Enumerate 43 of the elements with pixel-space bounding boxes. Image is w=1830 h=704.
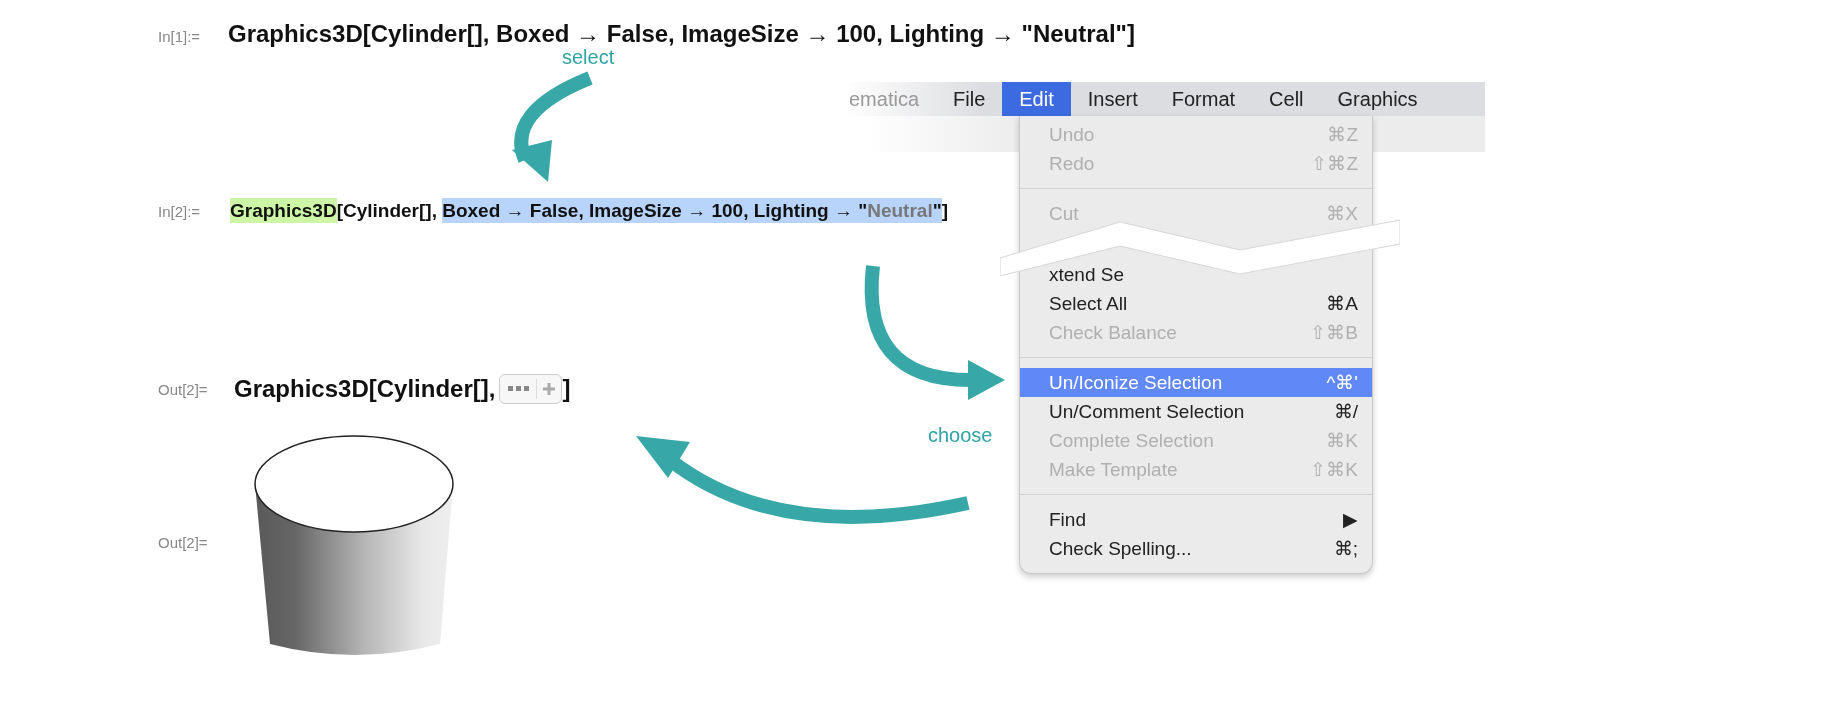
shortcut-text: ^⌘'	[1326, 371, 1358, 394]
code-text: Graphics3D[Cylinder[],	[234, 375, 496, 403]
shortcut-text: ⇧⌘B	[1310, 321, 1358, 344]
menu-item-label: Complete Selection	[1049, 429, 1214, 452]
menu-item-label: xtend Se	[1049, 263, 1124, 286]
shortcut-text: ⌘Z	[1327, 123, 1358, 146]
menu-item-label: Un/Iconize Selection	[1049, 371, 1223, 394]
menu-item[interactable]: Find ▶	[1020, 505, 1372, 534]
menu-item[interactable]: Select All ⌘A	[1020, 289, 1372, 318]
code-text: ]	[562, 375, 571, 403]
menu-item[interactable]: Un/Comment Selection ⌘/	[1020, 397, 1372, 426]
shortcut-text: ⌘A	[1326, 292, 1358, 315]
cell-label: In[2]:=	[158, 202, 202, 220]
menu-bar-item[interactable]: Graphics	[1320, 82, 1435, 116]
shortcut-text: ▶	[1343, 508, 1358, 531]
menu-bar-item[interactable]: Insert	[1070, 82, 1155, 116]
menu-item-label: Check Balance	[1049, 321, 1177, 344]
menu-item[interactable]: Check Spelling... ⌘;	[1020, 534, 1372, 563]
menu-item-label: Check Spelling...	[1049, 537, 1192, 560]
menu-bar-item[interactable]: Cell	[1252, 82, 1321, 116]
menu-item-label: Un/Comment Selection	[1049, 400, 1245, 423]
shortcut-text: ⇧⌘K	[1310, 458, 1358, 481]
shortcut-text: ⌘/	[1333, 400, 1358, 423]
menu-item-label: Undo	[1049, 123, 1095, 146]
cell-label: Out[2]=	[158, 380, 209, 398]
annotation-text: select	[562, 46, 615, 69]
menu-item-label: Redo	[1049, 152, 1095, 175]
annotation-text: choose	[928, 424, 993, 447]
menu-bar-item[interactable]: Format	[1154, 82, 1253, 116]
menu-item-label: Make Template	[1049, 458, 1178, 481]
cell-label: In[1]:=	[158, 28, 202, 45]
menu-bar-item[interactable]: File	[936, 82, 1003, 116]
menu-bar-item[interactable]: Edit	[1002, 82, 1071, 116]
code-line: Graphics3D[Cylinder[], Boxed → False, ImageSize → 100, Lighting → "Neutral"]	[228, 20, 1135, 48]
shortcut-text: ⌘;	[1333, 537, 1358, 560]
menu-item-label: Cut	[1049, 202, 1079, 225]
menu-item-label: Find	[1049, 508, 1086, 531]
menu-item-label: Select All	[1049, 292, 1128, 315]
shortcut-text: ⌘K	[1326, 429, 1358, 452]
shortcut-text: ⇧⌘Z	[1311, 152, 1358, 175]
code-line: Graphics3D[Cylinder[], Boxed → False, ImageSize → 100, Lighting → "Neutral"]	[229, 200, 949, 222]
shortcut-text: ⌘X	[1326, 202, 1358, 225]
cell-label: Out[2]=	[158, 534, 209, 551]
